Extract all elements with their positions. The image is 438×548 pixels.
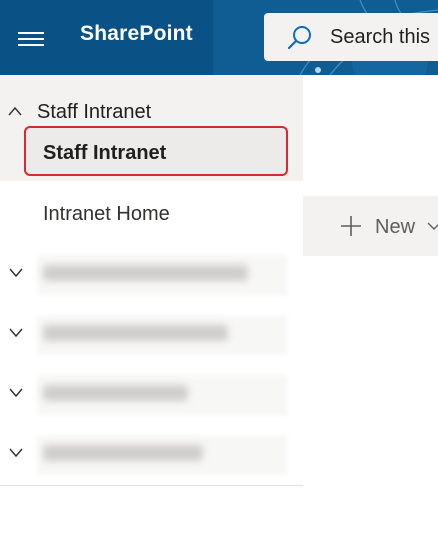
- search-placeholder: Search this: [330, 26, 431, 48]
- hamburger-icon: [18, 38, 44, 40]
- chevron-up-icon[interactable]: [8, 105, 22, 119]
- chevron-down-icon[interactable]: [9, 265, 23, 279]
- nav-item-intranet-home[interactable]: Intranet Home: [43, 203, 170, 226]
- nav-group-redacted[interactable]: [43, 385, 188, 401]
- app-title[interactable]: SharePoint: [80, 22, 193, 46]
- chevron-down-icon[interactable]: [9, 325, 23, 339]
- chevron-down-icon[interactable]: [9, 385, 23, 399]
- suite-header: SharePoint Search this: [0, 0, 438, 75]
- search-icon: [287, 26, 311, 50]
- command-bar: New: [303, 196, 438, 256]
- hamburger-icon: [18, 44, 44, 46]
- chevron-down-icon[interactable]: [9, 445, 23, 459]
- app-launcher-area: SharePoint: [0, 0, 213, 75]
- chevron-down-icon[interactable]: [427, 221, 438, 231]
- nav-group-redacted[interactable]: [43, 445, 203, 461]
- nav-item-staff-intranet[interactable]: Staff Intranet: [24, 126, 288, 176]
- left-navigation: Staff Intranet Staff Intranet Intranet H…: [0, 75, 303, 486]
- nav-group-staff-intranet: Staff Intranet Staff Intranet: [0, 75, 303, 181]
- search-box[interactable]: Search this: [264, 13, 438, 61]
- plus-icon: [341, 216, 361, 236]
- nav-group-redacted[interactable]: [43, 265, 248, 281]
- new-button[interactable]: New: [375, 216, 415, 239]
- nav-group-title[interactable]: Staff Intranet: [37, 101, 151, 124]
- nav-group-redacted[interactable]: [43, 325, 228, 341]
- nav-item-label: Staff Intranet: [43, 142, 167, 164]
- hamburger-icon: [18, 32, 44, 34]
- nav-toggle-button[interactable]: [18, 28, 44, 48]
